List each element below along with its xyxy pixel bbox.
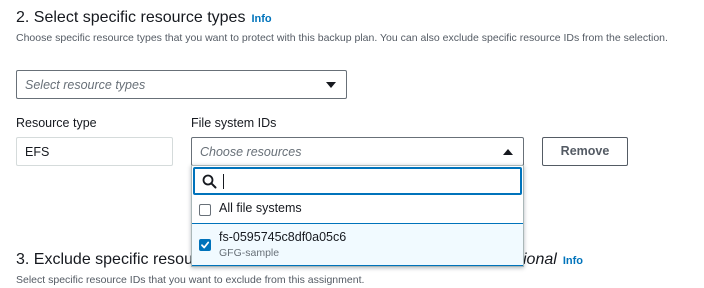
checkbox-checked[interactable] xyxy=(199,239,211,251)
resource-type-label: Resource type xyxy=(16,116,97,130)
search-icon xyxy=(202,174,217,189)
file-system-ids-label: File system IDs xyxy=(191,116,277,130)
checkbox[interactable] xyxy=(199,204,211,216)
caret-down-icon xyxy=(326,81,336,88)
choose-resources-placeholder: Choose resources xyxy=(200,144,302,159)
file-system-ids-select[interactable]: Choose resources xyxy=(191,137,524,166)
resource-type-field: EFS xyxy=(16,137,173,166)
resource-search-input[interactable] xyxy=(193,167,522,195)
option-all-file-systems[interactable]: All file systems xyxy=(192,197,523,222)
option-label: All file systems xyxy=(219,201,302,215)
check-icon xyxy=(201,241,210,249)
option-fs-0595745c8df0a05c6[interactable]: fs-0595745c8df0a05c6 GFG-sample xyxy=(192,223,523,266)
section-2-title: 2. Select specific resource types Info xyxy=(16,9,272,27)
section-3-info-link[interactable]: Info xyxy=(563,255,583,267)
section-2-description: Choose specific resource types that you … xyxy=(16,32,668,44)
resource-type-value: EFS xyxy=(25,144,50,159)
section-3-description: Select specific resource IDs that you wa… xyxy=(16,274,365,286)
section-3-title: 3. Exclude specific resou xyxy=(16,251,193,268)
option-label: fs-0595745c8df0a05c6 xyxy=(219,230,347,244)
text-cursor xyxy=(223,174,224,189)
option-sublabel: GFG-sample xyxy=(219,247,280,259)
remove-button[interactable]: Remove xyxy=(542,137,628,166)
section-2-title-text: 2. Select specific resource types xyxy=(16,9,246,26)
section-3-title-tail-text: ional xyxy=(523,251,557,268)
file-system-dropdown: All file systems fs-0595745c8df0a05c6 GF… xyxy=(191,165,524,267)
resource-types-placeholder: Select resource types xyxy=(25,77,146,92)
resource-types-select[interactable]: Select resource types xyxy=(16,70,347,99)
section-3-title-tail: ional Info xyxy=(523,251,583,269)
caret-up-icon xyxy=(503,148,513,155)
section-2-info-link[interactable]: Info xyxy=(251,13,271,25)
